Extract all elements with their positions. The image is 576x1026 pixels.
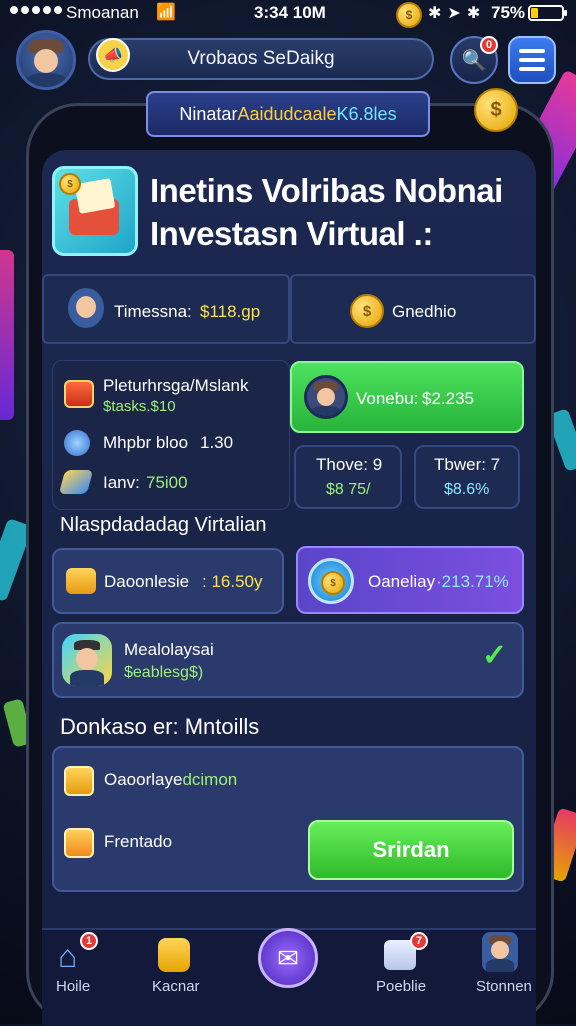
box-icon <box>64 828 94 858</box>
envelope-icon: ✉ <box>277 942 299 973</box>
notification-badge: 0 <box>480 36 498 54</box>
banner-text-2: Aaidudcaale <box>237 103 337 124</box>
growth-value: ·213.71% <box>436 572 509 591</box>
member-card[interactable]: Mealolaysai $eablesg$) ✓ <box>52 622 524 698</box>
panel-row-label: Oaoorlayedcimon <box>104 770 238 789</box>
portfolio-item-value: 75i00 <box>146 473 188 492</box>
stat-value: $8.6% <box>444 481 490 498</box>
section-title: Donkaso er: Mntoills <box>60 714 260 739</box>
search-bar-text: Vrobaos SeDaikg <box>187 48 335 69</box>
search-button[interactable]: 🔍 0 <box>450 36 498 84</box>
portfolio-item-label: Ianv: <box>103 473 140 492</box>
page-title-line1: Inetins Volribas Nobnai <box>150 172 503 209</box>
downloads-value: : 16.50y <box>202 572 263 591</box>
banner-text-1: Ninatar <box>179 103 238 124</box>
tab-balance-value: $118.gp <box>200 302 261 321</box>
growth-label: Oaneliay <box>368 572 436 591</box>
primary-action-button[interactable]: Srirdan <box>308 820 514 880</box>
nav-badge: 1 <box>80 932 98 950</box>
promo-banner[interactable]: Ninatar Aaidudcaale K6.8les <box>146 91 430 137</box>
downloads-card[interactable]: Daoonlesie : 16.50y <box>52 548 284 614</box>
package-icon <box>64 766 94 796</box>
downloads-label: Daoonlesie <box>104 572 190 591</box>
portfolio-item-label: Pleturhrsga/Mslank <box>103 376 249 395</box>
volume-card[interactable]: Vonebu: $2.235 <box>290 361 524 433</box>
nav-item-center[interactable]: ✉ <box>258 928 318 988</box>
nav-item-profile[interactable]: Stonnen <box>474 932 532 1006</box>
nav-item-home[interactable]: ⌂ 1 Hoile <box>52 932 102 1006</box>
search-bar[interactable]: Vrobaos SeDaikg <box>88 38 434 80</box>
stat-label: Thove: 9 <box>316 455 383 474</box>
page-title-line2: Investasn Virtual .: <box>150 215 433 252</box>
section-title: Nlaspdadadag Virtalian <box>60 514 267 536</box>
checkmark-icon: ✓ <box>482 639 508 672</box>
menu-icon <box>519 49 545 71</box>
trader-avatar <box>304 375 348 419</box>
tab-gnedhio[interactable]: $ Gnedhio <box>290 274 536 344</box>
primary-action-label: Srirdan <box>372 837 450 862</box>
tab-gnedhio-label: Gnedhio <box>392 302 457 321</box>
coins-icon <box>158 938 190 972</box>
nav-label: Hoile <box>56 978 91 995</box>
folder-icon <box>66 568 96 594</box>
volume-value: $2.235 <box>422 389 474 408</box>
signal-icon <box>10 6 62 14</box>
battery-percent: 75% <box>491 3 526 22</box>
member-name: Mealolaysai <box>124 640 214 659</box>
bg-decoration <box>0 250 14 420</box>
portfolio-item-value: $tasks.$10 <box>103 398 176 415</box>
panel-row-label: Frentado <box>104 832 173 851</box>
bluetooth-location-icons: ✱➤✱ <box>428 5 487 22</box>
nav-item-market[interactable]: Kacnar <box>150 936 206 1006</box>
portfolio-item-value: 1.30 <box>200 433 234 452</box>
profile-avatar[interactable] <box>16 30 76 90</box>
tab-balance-label: Timessna: <box>114 302 192 321</box>
coin-icon: $ <box>474 88 518 132</box>
battery-icon <box>528 5 567 21</box>
menu-button[interactable] <box>508 36 556 84</box>
banner-text-3: K6.8les <box>336 103 397 124</box>
nav-label: Stonnen <box>476 978 532 995</box>
stat-card[interactable]: Tbwer: 7 $8.6% <box>414 445 520 509</box>
member-value: $eablesg$) <box>124 664 204 681</box>
profile-icon <box>482 932 518 972</box>
user-avatar <box>68 288 104 328</box>
nav-label: Poeblie <box>376 978 427 995</box>
stat-value: $8 75/ <box>326 481 371 498</box>
tab-balance[interactable]: Timessna: $118.gp <box>42 274 290 344</box>
chart-icon <box>64 430 90 456</box>
gift-icon <box>64 380 94 408</box>
megaphone-icon[interactable]: 📣 <box>96 38 130 72</box>
nav-item-public[interactable]: 7 Poeblie <box>374 932 430 1006</box>
stat-card[interactable]: Thove: 9 $8 75/ <box>294 445 402 509</box>
member-avatar <box>62 634 112 686</box>
volume-label: Vonebu: <box>356 389 419 408</box>
home-icon: ⌂ <box>58 938 78 974</box>
growth-card[interactable]: $ Oaneliay ·213.71% <box>296 546 524 614</box>
carrier-name: Smoanan <box>66 3 139 22</box>
stat-label: Tbwer: 7 <box>434 455 501 474</box>
status-bar: Smoanan 📶 3:34 10M $ ✱➤✱ 75% <box>0 0 576 28</box>
coin-badge-icon: $ <box>308 558 354 604</box>
status-time: 3:34 10M <box>254 3 326 22</box>
coin-icon: $ <box>350 294 384 328</box>
nav-badge: 7 <box>410 932 428 950</box>
portfolio-item-label: Mhpbr bloo <box>103 433 189 452</box>
wifi-icon: 📶 <box>156 4 176 21</box>
nav-label: Kacnar <box>152 978 200 995</box>
coin-icon: $ <box>396 2 422 28</box>
wallet-icon: $ <box>52 166 138 256</box>
